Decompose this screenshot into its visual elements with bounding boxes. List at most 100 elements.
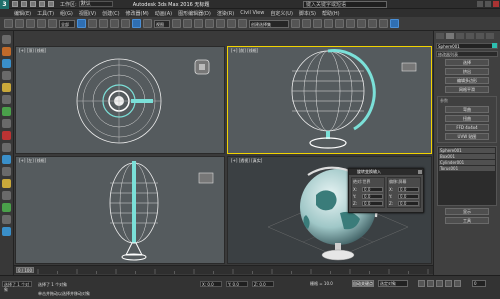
window-crossing-button[interactable]: [110, 19, 119, 28]
auto-key-button[interactable]: 自动关键点: [352, 280, 374, 287]
menu-item[interactable]: 帮助(H): [322, 10, 340, 17]
list-item[interactable]: Cylinder001: [439, 160, 495, 165]
sphere-icon[interactable]: [2, 59, 11, 68]
menu-item[interactable]: 渲染(R): [217, 10, 234, 17]
modifier-button[interactable]: 挤出: [445, 68, 489, 75]
menu-item[interactable]: 图形编辑器(D): [178, 10, 211, 17]
menu-item[interactable]: Civil View: [240, 10, 264, 16]
modifier-stack-list[interactable]: Sphere001 Box001 Cylinder001 Torus001: [437, 146, 497, 206]
undo-icon[interactable]: [39, 1, 45, 7]
menu-item[interactable]: 自定义(U): [270, 10, 293, 17]
pivot-center-button[interactable]: [172, 19, 181, 28]
named-selection-set-input[interactable]: 创建选择集: [249, 19, 289, 28]
x-coordinate-field[interactable]: X: 0.0: [200, 281, 222, 287]
offset-z-spinner[interactable]: 0.0: [398, 201, 419, 206]
search-input[interactable]: 键入关键字或短语: [303, 1, 387, 8]
menu-item[interactable]: 动画(A): [155, 10, 172, 17]
absolute-z-spinner[interactable]: 0.0: [362, 201, 383, 206]
move-button[interactable]: [121, 19, 130, 28]
display-button[interactable]: 显示: [445, 208, 489, 215]
particle-icon[interactable]: [2, 191, 11, 200]
spinner-snap-button[interactable]: [238, 19, 247, 28]
play-icon[interactable]: [436, 280, 443, 287]
cylinder-icon[interactable]: [2, 71, 11, 80]
list-item[interactable]: Sphere001: [439, 148, 495, 153]
offset-x-spinner[interactable]: 0.0: [398, 187, 419, 192]
viewport-top[interactable]: [+] [顶] [线框]: [15, 46, 225, 154]
plane-icon[interactable]: [2, 107, 11, 116]
select-object-button[interactable]: [77, 19, 86, 28]
menu-item[interactable]: 编辑(E): [14, 10, 31, 17]
ribbon-button[interactable]: [324, 19, 333, 28]
create-tab-icon[interactable]: [436, 33, 444, 39]
viewport-left[interactable]: [+] [左] [线框]: [15, 156, 225, 264]
torus-icon[interactable]: [2, 83, 11, 92]
object-color-swatch[interactable]: [492, 43, 497, 48]
absolute-x-spinner[interactable]: 0.0: [362, 187, 383, 192]
utilities-button[interactable]: 工具: [445, 217, 489, 224]
systems-icon[interactable]: [2, 179, 11, 188]
object-name-field[interactable]: Sphere001: [436, 43, 498, 49]
schematic-view-button[interactable]: [346, 19, 355, 28]
rect-selection-button[interactable]: [99, 19, 108, 28]
link-button[interactable]: [26, 19, 35, 28]
spacewarp-icon[interactable]: [2, 167, 11, 176]
redo-icon[interactable]: [48, 1, 54, 7]
list-item[interactable]: Torus001: [439, 166, 495, 171]
open-file-icon[interactable]: [21, 1, 27, 7]
offset-y-spinner[interactable]: 0.0: [398, 194, 419, 199]
unlink-button[interactable]: [37, 19, 46, 28]
box-icon[interactable]: [2, 47, 11, 56]
display-tab-icon[interactable]: [476, 33, 484, 39]
maximize-icon[interactable]: [485, 1, 491, 7]
modifier-button[interactable]: 选择: [445, 59, 489, 66]
menu-item[interactable]: 工具(T): [37, 10, 54, 17]
modifier-button[interactable]: 扭曲: [445, 115, 489, 122]
workspace-select[interactable]: 默认: [78, 1, 113, 7]
menu-item[interactable]: 脚本(S): [299, 10, 316, 17]
reference-coord-select[interactable]: 视图: [154, 19, 170, 28]
modify-tab-icon[interactable]: [446, 33, 454, 39]
modifier-button[interactable]: 弯曲: [445, 106, 489, 113]
helper-icon[interactable]: [2, 155, 11, 164]
viewport-front[interactable]: [+] [前] [线框]: [227, 46, 432, 154]
dialog-close-icon[interactable]: [418, 170, 422, 174]
modifier-button[interactable]: FFD 4x4x4: [445, 124, 489, 131]
grid-icon[interactable]: [2, 203, 11, 212]
new-file-icon[interactable]: [12, 1, 18, 7]
material-editor-button[interactable]: [357, 19, 366, 28]
time-slider-track[interactable]: 0 / 100: [14, 265, 433, 274]
cone-icon[interactable]: [2, 95, 11, 104]
angle-snap-button[interactable]: [216, 19, 225, 28]
camera-icon[interactable]: [2, 143, 11, 152]
render-setup-button[interactable]: [368, 19, 377, 28]
rendered-frame-button[interactable]: [379, 19, 388, 28]
minimize-icon[interactable]: [477, 1, 483, 7]
menu-item[interactable]: 修改器(M): [126, 10, 149, 17]
current-frame-field[interactable]: 0: [472, 280, 486, 287]
keyboard-shortcut-button[interactable]: [194, 19, 203, 28]
z-coordinate-field[interactable]: Z: 0.0: [252, 281, 274, 287]
close-icon[interactable]: [493, 1, 499, 7]
undo-button[interactable]: [4, 19, 13, 28]
menu-item[interactable]: 组(G): [60, 10, 73, 17]
curve-editor-button[interactable]: [335, 19, 344, 28]
prev-frame-icon[interactable]: [427, 280, 434, 287]
scale-button[interactable]: [143, 19, 152, 28]
next-frame-icon[interactable]: [445, 280, 452, 287]
y-coordinate-field[interactable]: Y: 0.0: [226, 281, 248, 287]
absolute-y-spinner[interactable]: 0.0: [362, 194, 383, 199]
mirror-button[interactable]: [291, 19, 300, 28]
select-manipulate-button[interactable]: [183, 19, 192, 28]
select-by-name-button[interactable]: [88, 19, 97, 28]
align-button[interactable]: [302, 19, 311, 28]
menu-item[interactable]: 创建(C): [102, 10, 119, 17]
goto-end-icon[interactable]: [454, 280, 461, 287]
light-icon[interactable]: [2, 131, 11, 140]
menu-item[interactable]: 视图(V): [79, 10, 96, 17]
snap-toggle-button[interactable]: [205, 19, 214, 28]
maxscript-listener-field[interactable]: 选择了 1 个对象: [2, 281, 32, 292]
save-file-icon[interactable]: [30, 1, 36, 7]
modifier-list-select[interactable]: 修改器列表: [436, 51, 498, 57]
motion-tab-icon[interactable]: [466, 33, 474, 39]
